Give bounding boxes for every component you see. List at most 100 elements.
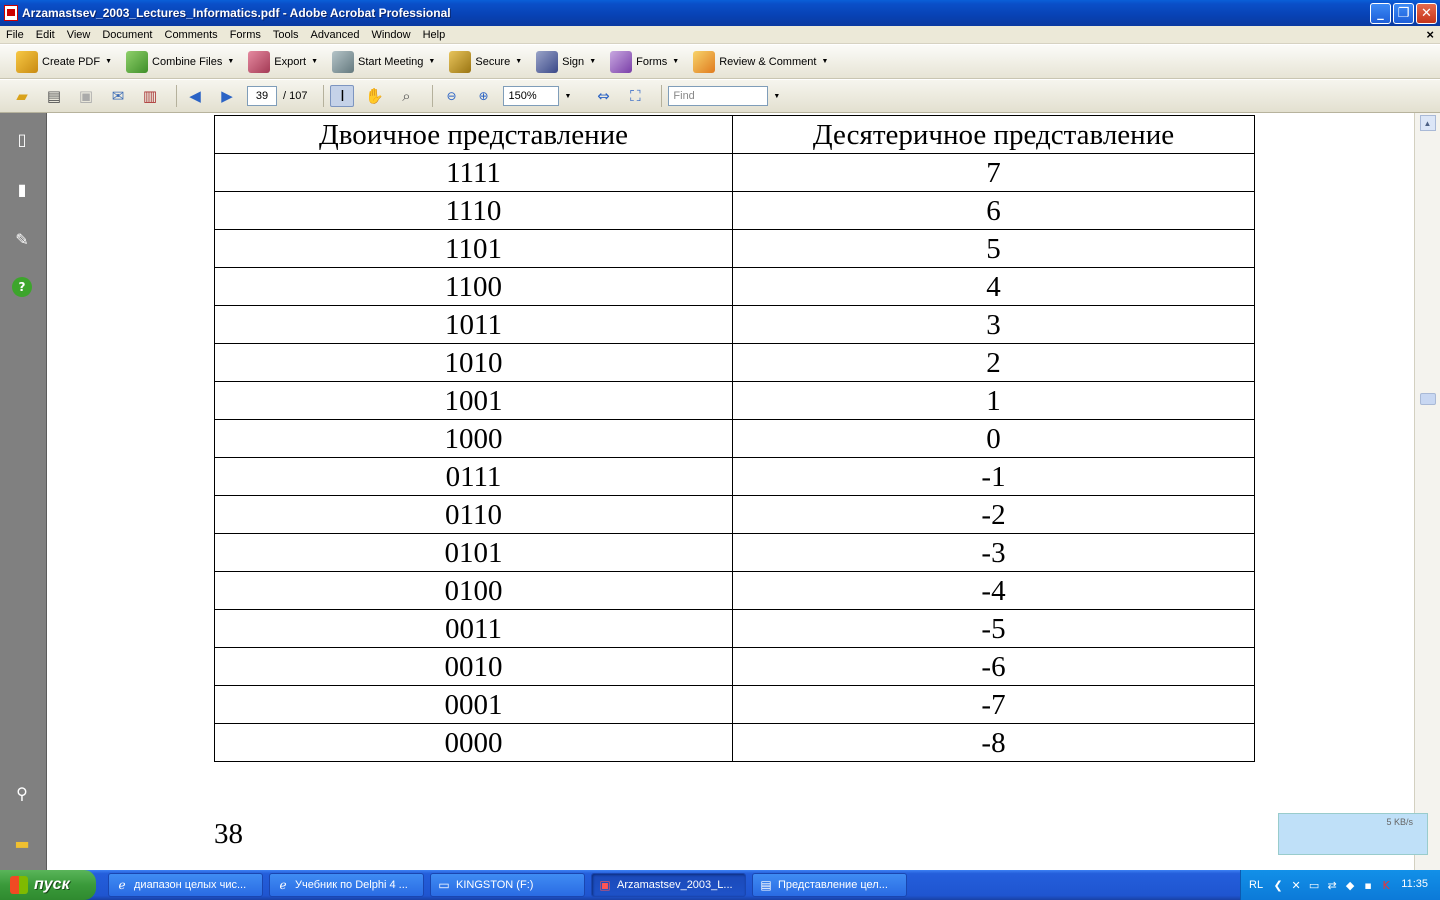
sign-button[interactable]: Sign ▼ bbox=[532, 49, 600, 75]
email-icon[interactable]: ✉ bbox=[106, 85, 130, 107]
pages-icon[interactable]: ▯ bbox=[10, 127, 34, 151]
table-row: 1100 4 bbox=[214, 267, 1255, 306]
drive-icon: ▭ bbox=[438, 878, 450, 892]
download-indicator[interactable]: 5 KB/s bbox=[1278, 813, 1428, 855]
previous-page-icon[interactable]: ◀ bbox=[183, 85, 207, 107]
taskbar-item-ie-2[interactable]: ℯ Учебник по Delphi 4 ... bbox=[269, 873, 424, 897]
decimal-cell: 7 bbox=[732, 153, 1255, 192]
zoom-in-icon[interactable]: ⊕ bbox=[471, 85, 495, 107]
review-comment-button[interactable]: Review & Comment ▼ bbox=[689, 49, 832, 75]
bookmarks-icon[interactable]: ▮ bbox=[10, 177, 34, 201]
page-number-input[interactable]: 39 bbox=[247, 86, 277, 106]
menu-forms[interactable]: Forms bbox=[224, 29, 267, 41]
open-folder-icon[interactable]: ▰ bbox=[10, 85, 34, 107]
table-row: 0011 -5 bbox=[214, 609, 1255, 648]
close-button[interactable]: ✕ bbox=[1416, 3, 1437, 24]
export-button[interactable]: Export ▼ bbox=[244, 49, 322, 75]
decimal-cell: 1 bbox=[732, 381, 1255, 420]
fit-page-icon[interactable]: ⇔ bbox=[591, 85, 615, 107]
zoom-tool-icon[interactable]: ⌕ bbox=[394, 85, 418, 107]
taskbar-item-word[interactable]: ▤ Представление цел... bbox=[752, 873, 907, 897]
taskbar-item-acrobat[interactable]: ▣ Arzamastsev_2003_L... bbox=[591, 873, 746, 897]
zoom-level-select[interactable]: 150% bbox=[503, 86, 560, 106]
table-row: 0100 -4 bbox=[214, 571, 1255, 610]
attachments-icon[interactable]: ⚲ bbox=[10, 781, 34, 805]
binary-cell: 0011 bbox=[214, 609, 733, 648]
minimize-button[interactable]: _ bbox=[1370, 3, 1391, 24]
help-icon[interactable]: ? bbox=[12, 277, 32, 297]
lock-icon bbox=[449, 50, 472, 73]
binary-cell: 0101 bbox=[214, 533, 733, 572]
antivirus-icon[interactable]: K bbox=[1379, 878, 1393, 892]
print-icon[interactable]: ▤ bbox=[42, 85, 66, 107]
forms-button[interactable]: Forms ▼ bbox=[606, 49, 683, 75]
pdf-icon: ▣ bbox=[599, 878, 611, 892]
forms-icon bbox=[610, 50, 633, 73]
scroll-up-icon[interactable]: ▲ bbox=[1419, 115, 1436, 131]
decimal-cell: 3 bbox=[732, 305, 1255, 344]
menu-window[interactable]: Window bbox=[365, 29, 416, 41]
taskbar-item-ie-1[interactable]: ℯ диапазон целых чис... bbox=[108, 873, 263, 897]
select-tool-icon[interactable]: I bbox=[330, 85, 355, 107]
menu-help[interactable]: Help bbox=[417, 29, 452, 41]
dropdown-arrow-icon: ▼ bbox=[428, 58, 436, 65]
menu-edit[interactable]: Edit bbox=[30, 29, 61, 41]
navigation-toolbar: ▰ ▤ ▣ ✉ ▥ ◀ ▶ 39 / 107 I ✋ ⌕ ⊖ ⊕ 150% ▼ … bbox=[0, 80, 1440, 113]
create-pdf-icon bbox=[16, 50, 38, 73]
download-speed: 5 KB/s bbox=[1386, 817, 1413, 827]
menu-advanced[interactable]: Advanced bbox=[305, 29, 366, 41]
tray-expand-icon[interactable]: ❮ bbox=[1271, 878, 1285, 892]
menu-file[interactable]: File bbox=[0, 29, 30, 41]
comments-icon[interactable]: ▬ bbox=[10, 831, 34, 855]
create-pdf-button[interactable]: Create PDF ▼ bbox=[12, 49, 116, 75]
menu-document[interactable]: Document bbox=[96, 29, 158, 41]
start-label: пуск bbox=[34, 876, 70, 893]
binary-decimal-table: Двоичное представление Десятеричное пред… bbox=[214, 115, 1255, 762]
find-input[interactable]: Find bbox=[668, 86, 769, 106]
page-footer-number: 38 bbox=[214, 818, 243, 850]
binary-cell: 1000 bbox=[214, 419, 733, 458]
forms-label: Forms bbox=[636, 55, 668, 68]
next-page-icon[interactable]: ▶ bbox=[215, 85, 239, 107]
start-meeting-button[interactable]: Start Meeting ▼ bbox=[328, 49, 439, 75]
menu-view[interactable]: View bbox=[61, 29, 97, 41]
find-dropdown-icon[interactable]: ▼ bbox=[773, 93, 780, 100]
document-close-button[interactable]: × bbox=[1426, 27, 1434, 42]
decimal-cell: -8 bbox=[732, 723, 1255, 762]
dropdown-arrow-icon: ▼ bbox=[672, 58, 680, 65]
binary-cell: 1101 bbox=[214, 229, 733, 268]
start-button[interactable]: пуск bbox=[0, 870, 96, 900]
network-icon[interactable]: ✕ bbox=[1289, 878, 1303, 892]
fit-width-icon[interactable]: ⛶ bbox=[623, 85, 647, 107]
combine-files-button[interactable]: Combine Files ▼ bbox=[122, 49, 238, 75]
toolbar-separator bbox=[432, 85, 434, 107]
menu-tools[interactable]: Tools bbox=[267, 29, 305, 41]
decimal-cell: -6 bbox=[732, 647, 1255, 686]
hand-tool-icon[interactable]: ✋ bbox=[362, 85, 386, 107]
export-label: Export bbox=[274, 55, 307, 68]
secure-button[interactable]: Secure ▼ bbox=[445, 49, 526, 75]
zoom-out-icon[interactable]: ⊖ bbox=[439, 85, 463, 107]
zoom-dropdown-icon[interactable]: ▼ bbox=[564, 93, 571, 100]
taskbar-item-drive[interactable]: ▭ KINGSTON (F:) bbox=[430, 873, 585, 897]
monitor-icon[interactable]: ▭ bbox=[1307, 878, 1321, 892]
binary-cell: 1001 bbox=[214, 381, 733, 420]
tasks-toolbar: Create PDF ▼ Combine Files ▼ Export ▼ Start… bbox=[0, 45, 1440, 79]
security-shield-icon[interactable]: ◆ bbox=[1343, 878, 1357, 892]
maximize-button[interactable]: ❐ bbox=[1393, 3, 1414, 24]
decimal-cell: 2 bbox=[732, 343, 1255, 382]
organizer-icon[interactable]: ▥ bbox=[138, 85, 162, 107]
table-row: 1000 0 bbox=[214, 419, 1255, 458]
binary-cell: 0110 bbox=[214, 495, 733, 534]
taskbar-item-label: KINGSTON (F:) bbox=[456, 879, 534, 891]
clock: 11:35 bbox=[1401, 878, 1428, 890]
signatures-icon[interactable]: ✎ bbox=[10, 227, 34, 251]
scroll-thumb[interactable] bbox=[1420, 393, 1436, 405]
connection-icon[interactable]: ⇄ bbox=[1325, 878, 1339, 892]
menu-comments[interactable]: Comments bbox=[159, 29, 224, 41]
save-icon[interactable]: ▣ bbox=[74, 85, 98, 107]
language-indicator[interactable]: RL bbox=[1249, 879, 1263, 891]
vertical-scrollbar[interactable]: ▲ bbox=[1414, 113, 1440, 870]
messenger-icon[interactable]: ▪ bbox=[1361, 878, 1375, 892]
sign-label: Sign bbox=[562, 55, 585, 68]
